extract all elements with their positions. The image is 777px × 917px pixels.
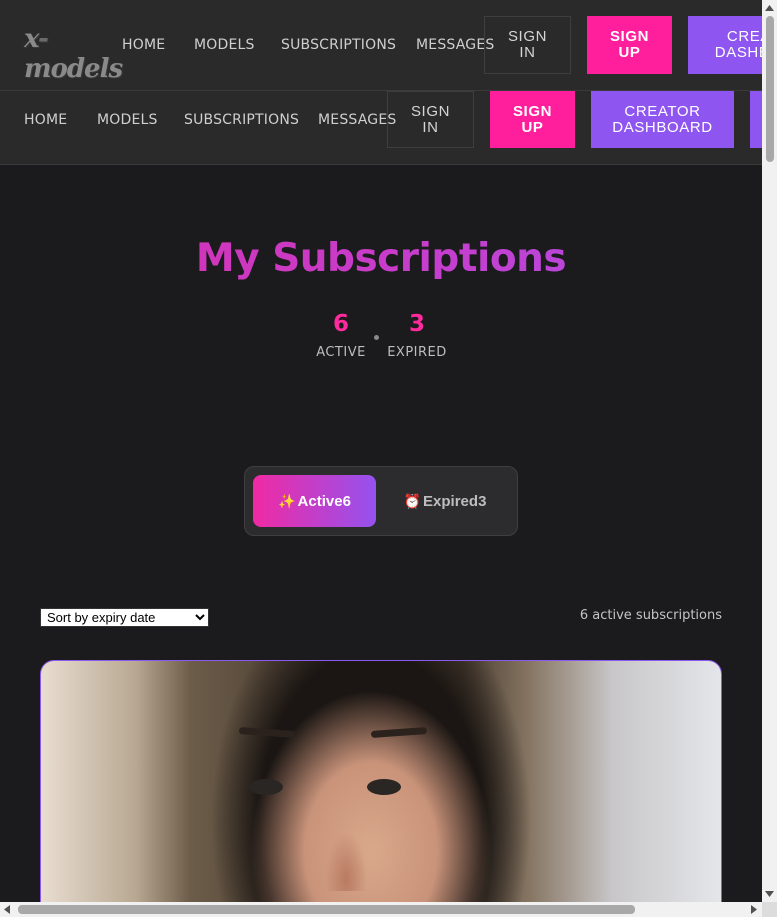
- sign-up-label: SIGN UP: [609, 28, 650, 61]
- sign-in-label: SIGN IN: [507, 28, 548, 61]
- scroll-up-arrow-icon[interactable]: [764, 4, 775, 12]
- nav2-messages-link[interactable]: MESSAGES: [318, 112, 396, 128]
- sign-in-button[interactable]: SIGN IN: [484, 16, 571, 74]
- sign-in-button-secondary[interactable]: SIGN IN: [387, 91, 474, 148]
- viewport: x-models HOME MODELS SUBSCRIPTIONS MESSA…: [0, 0, 762, 902]
- nav-messages-link[interactable]: MESSAGES: [416, 37, 494, 53]
- nav-home-link[interactable]: HOME: [122, 37, 165, 53]
- secondary-header: HOME MODELS SUBSCRIPTIONS MESSAGES SIGN …: [0, 90, 762, 165]
- sign-in-label-secondary: SIGN IN: [410, 102, 451, 136]
- creator-dashboard-label: CREATOR DASHBOARD: [714, 28, 762, 61]
- tab-active-count: 6: [342, 492, 351, 510]
- active-stat-label: ACTIVE: [316, 345, 366, 360]
- photo-left-eye: [249, 779, 283, 795]
- alarm-clock-icon: ⏰: [403, 492, 422, 509]
- nav-subscriptions-link[interactable]: SUBSCRIPTIONS: [281, 37, 396, 53]
- sparkles-icon: ✨: [278, 492, 296, 509]
- nav2-models-link[interactable]: MODELS: [97, 112, 158, 128]
- horizontal-scrollbar-thumb[interactable]: [18, 905, 635, 914]
- tab-active[interactable]: ✨ Active 6: [253, 475, 376, 527]
- subscription-count: 6 active subscriptions: [579, 608, 722, 623]
- nav2-home-link[interactable]: HOME: [24, 112, 67, 128]
- nav2-subscriptions-link[interactable]: SUBSCRIPTIONS: [184, 112, 299, 128]
- stat-separator-dot: [374, 335, 379, 340]
- subscription-card[interactable]: [40, 660, 722, 902]
- overflow-nav-button[interactable]: [750, 91, 762, 148]
- tab-active-label: Active: [297, 492, 343, 510]
- expired-stat-label: EXPIRED: [387, 345, 447, 360]
- tab-expired-label: Expired: [423, 492, 479, 510]
- model-photo: [41, 661, 721, 902]
- photo-nose: [325, 831, 367, 891]
- tab-expired-count: 3: [478, 492, 487, 510]
- photo-right-brow: [370, 727, 428, 738]
- sign-up-button[interactable]: SIGN UP: [587, 16, 672, 74]
- scroll-right-arrow-icon[interactable]: [750, 904, 758, 915]
- page-title: My Subscriptions: [0, 236, 762, 281]
- vertical-scrollbar-thumb[interactable]: [766, 16, 774, 162]
- sort-select[interactable]: Sort by expiry date: [40, 608, 209, 627]
- active-stat-value: 6: [332, 311, 349, 337]
- photo-right-eye: [367, 779, 401, 795]
- top-header: x-models HOME MODELS SUBSCRIPTIONS MESSA…: [0, 0, 762, 90]
- creator-dashboard-button[interactable]: CREATOR DASHBOARD: [688, 16, 762, 74]
- scroll-left-arrow-icon[interactable]: [3, 904, 11, 915]
- nav-models-link[interactable]: MODELS: [194, 37, 255, 53]
- creator-dashboard-button-secondary[interactable]: CREATOR DASHBOARD: [591, 91, 734, 148]
- tab-expired[interactable]: ⏰ Expired 3: [380, 475, 510, 527]
- creator-dashboard-label-secondary: CREATOR DASHBOARD: [612, 102, 713, 136]
- sign-up-label-secondary: SIGN UP: [512, 102, 553, 136]
- scroll-down-arrow-icon[interactable]: [764, 890, 775, 898]
- site-logo[interactable]: x-models: [24, 24, 124, 84]
- subscription-tabs: ✨ Active 6 ⏰ Expired 3: [244, 466, 518, 536]
- scrollbar-corner: [762, 902, 777, 917]
- photo-left-brow: [238, 727, 296, 738]
- active-stat: 6 ACTIVE: [312, 311, 370, 360]
- expired-stat-value: 3: [408, 311, 425, 337]
- expired-stat: 3 EXPIRED: [386, 311, 448, 360]
- sign-up-button-secondary[interactable]: SIGN UP: [490, 91, 575, 148]
